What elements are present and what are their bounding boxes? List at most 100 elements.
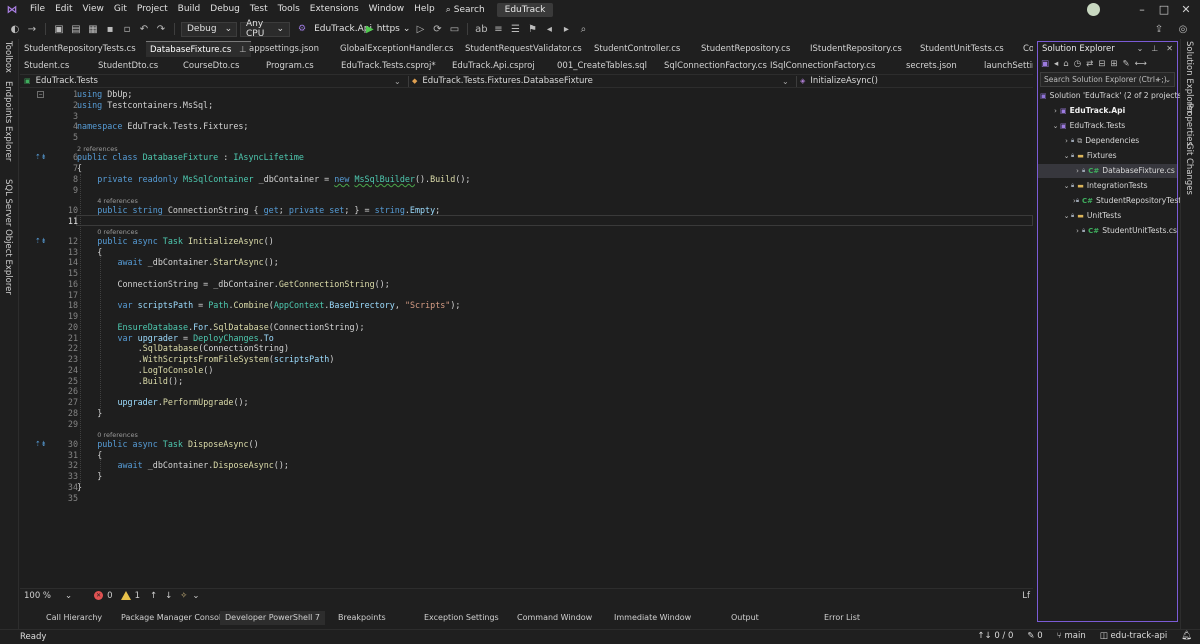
startup-project-dropdown[interactable]: ⚙ EduTrack.Api xyxy=(293,22,372,37)
git-filter-icon[interactable]: ◷ xyxy=(1074,59,1081,69)
code-line[interactable]: ConnectionString = _dbContainer.GetConne… xyxy=(117,279,389,289)
endpoints-explorer-tab[interactable]: Endpoints Explorer xyxy=(3,81,13,161)
document-tab[interactable]: EduTrack.Api.csproj xyxy=(452,58,535,74)
code-line[interactable]: private readonly MsSqlContainer _dbConta… xyxy=(97,174,470,184)
chevron-right-icon[interactable]: › xyxy=(1073,224,1082,238)
tool-tab-command-window[interactable]: Command Window xyxy=(517,611,592,625)
code-line[interactable]: { xyxy=(77,163,82,173)
document-tab[interactable]: secrets.json xyxy=(906,58,957,74)
redo-icon[interactable]: ↷ xyxy=(154,22,168,36)
tree-node-dependencies[interactable]: › 🔒︎ ⧉ Dependencies xyxy=(1038,134,1177,148)
show-all-files-icon[interactable]: ⊞ xyxy=(1110,59,1117,69)
menu-help[interactable]: Help xyxy=(409,0,440,19)
menu-view[interactable]: View xyxy=(78,0,109,19)
maximize-icon[interactable]: □ xyxy=(1158,3,1170,16)
code-cleanup-icon[interactable]: ✧ xyxy=(180,591,187,601)
member-dropdown[interactable]: ◈ InitializeAsync() xyxy=(800,75,1025,88)
save-icon[interactable]: ▪ xyxy=(103,22,117,36)
switch-views-icon[interactable]: ▣ xyxy=(1041,59,1049,69)
code-line[interactable]: { xyxy=(97,247,102,257)
type-dropdown[interactable]: ◆ EduTrack.Tests.Fixtures.DatabaseFixtur… xyxy=(412,75,794,88)
arrow-down-icon[interactable]: ↓ xyxy=(165,591,172,601)
code-line[interactable]: { xyxy=(97,450,102,460)
back-navigate-icon[interactable]: ◐ xyxy=(8,22,22,36)
document-tab[interactable]: StudentUnitTests.cs xyxy=(920,41,1004,57)
implements-interface-icon[interactable]: ⇡⇟ xyxy=(35,153,47,161)
live-share-icon[interactable]: ⇪ xyxy=(1152,22,1166,36)
chevron-down-icon[interactable]: ⌄ xyxy=(1062,149,1071,163)
pending-edits[interactable]: ✎ 0 xyxy=(1027,631,1042,641)
code-line[interactable]: await _dbContainer.StartAsync(); xyxy=(117,257,278,267)
document-tab[interactable]: launchSettings xyxy=(984,58,1033,74)
chevron-down-icon[interactable]: ⌄ xyxy=(1051,119,1060,133)
browser-link-icon[interactable]: ▭ xyxy=(447,22,461,36)
chevron-right-icon[interactable]: › xyxy=(1073,164,1082,178)
notifications-icon[interactable]: 🔔︎ xyxy=(1181,631,1192,641)
chevron-down-icon[interactable]: ⌄ xyxy=(1137,42,1144,56)
find-icon[interactable]: ⌕ xyxy=(576,22,590,36)
document-tab[interactable]: 001_CreateTables.sql xyxy=(557,58,647,74)
bookmark-next-icon[interactable]: ▸ xyxy=(559,22,573,36)
menu-build[interactable]: Build xyxy=(173,0,206,19)
document-tab[interactable]: Student.cs xyxy=(24,58,69,74)
document-tab[interactable]: StudentRepository.cs xyxy=(701,41,790,57)
tree-node-fixtures[interactable]: ⌄ 🔒︎ ▬ Fixtures xyxy=(1038,149,1177,163)
chevron-down-icon[interactable]: ⌄ xyxy=(1062,179,1071,193)
zoom-dropdown[interactable]: 100 % ⌄ xyxy=(24,591,72,601)
undo-icon[interactable]: ↶ xyxy=(137,22,151,36)
menu-extensions[interactable]: Extensions xyxy=(305,0,364,19)
document-tab[interactable]: Program.cs xyxy=(266,58,314,74)
code-line[interactable]: public async Task InitializeAsync() xyxy=(97,236,274,246)
open-file-icon[interactable]: ▦ xyxy=(86,22,100,36)
code-line[interactable]: public class DatabaseFixture : IAsyncLif… xyxy=(77,152,304,162)
properties-tab[interactable]: Properties xyxy=(1184,103,1194,146)
tree-node-edutrack-tests[interactable]: ⌄ ▣ EduTrack.Tests xyxy=(1038,119,1177,133)
pin-icon[interactable]: ⊥ xyxy=(239,45,246,55)
home-icon[interactable]: ⌂ xyxy=(1063,59,1068,69)
code-line[interactable]: await _dbContainer.DisposeAsync(); xyxy=(117,460,288,470)
document-tab[interactable]: CourseDto.cs xyxy=(183,58,239,74)
document-tab[interactable]: EduTrack.Tests.csproj* xyxy=(341,58,436,74)
code-line[interactable]: .WithScriptsFromFileSystem(scriptsPath) xyxy=(138,354,335,364)
code-line[interactable]: public string ConnectionString { get; pr… xyxy=(97,205,440,215)
collapse-all-icon[interactable]: ⊟ xyxy=(1098,59,1105,69)
document-tab[interactable]: GlobalExceptionHandler.cs xyxy=(340,41,453,57)
tree-node-edutrack-api[interactable]: › ▣ EduTrack.Api xyxy=(1038,104,1177,118)
document-tab-active[interactable]: DatabaseFixture.cs ⊥ xyxy=(146,41,251,57)
line-ending-value[interactable]: Lf xyxy=(1022,591,1030,601)
solution-explorer-search[interactable]: Search Solution Explorer (Ctrl+;) ⌕ ⌄ xyxy=(1040,72,1175,87)
avatar[interactable] xyxy=(1087,3,1100,16)
menu-project[interactable]: Project xyxy=(132,0,173,19)
tool-tab-immediate-window[interactable]: Immediate Window xyxy=(614,611,691,625)
document-tab[interactable]: StudentRequestValidator.cs xyxy=(465,41,582,57)
tool-tab-exception-settings[interactable]: Exception Settings xyxy=(424,611,499,625)
bookmark-icon[interactable]: ⚑ xyxy=(525,22,539,36)
changes-indicator[interactable]: ↑↓ 0 / 0 xyxy=(977,631,1013,641)
sync-icon[interactable]: ⇄ xyxy=(1086,59,1093,69)
implements-interface-icon[interactable]: ⇡⇟ xyxy=(35,440,47,448)
close-icon[interactable]: ✕ xyxy=(1180,3,1192,16)
code-line[interactable]: using Testcontainers.MsSql; xyxy=(77,100,213,110)
save-all-icon[interactable]: ▫ xyxy=(120,22,134,36)
menu-git[interactable]: Git xyxy=(109,0,132,19)
tool-tab-error-list[interactable]: Error List xyxy=(824,611,860,625)
code-line[interactable]: EnsureDatabase.For.SqlDatabase(Connectio… xyxy=(117,322,364,332)
document-tab[interactable]: StudentController.cs xyxy=(594,41,680,57)
menu-tools[interactable]: Tools xyxy=(273,0,305,19)
document-tab[interactable]: IStudentRepository.cs xyxy=(810,41,902,57)
document-tab[interactable]: appsettings.json xyxy=(249,41,319,57)
menu-edit[interactable]: Edit xyxy=(50,0,77,19)
code-editor[interactable]: 1 using DbUp; 2 using Testcontainers.MsSql;… xyxy=(20,88,1033,588)
platform-dropdown[interactable]: Any CPU ⌄ xyxy=(240,19,290,39)
tool-tab-package-manager-console[interactable]: Package Manager Console xyxy=(121,611,226,625)
forward-navigate-icon[interactable]: → xyxy=(25,22,39,36)
tool-tab-call-hierarchy[interactable]: Call Hierarchy xyxy=(46,611,102,625)
pin-icon[interactable]: ⊥ xyxy=(1151,42,1158,56)
error-count[interactable]: ✕ 0 xyxy=(94,591,113,601)
toolbox-tab[interactable]: Toolbox xyxy=(3,41,13,73)
minimize-icon[interactable]: – xyxy=(1136,3,1148,16)
implements-interface-icon[interactable]: ⇡⇟ xyxy=(35,237,47,245)
arrow-up-icon[interactable]: ↑ xyxy=(150,591,157,601)
tree-node-integrationtests[interactable]: ⌄ 🔒︎ ▬ IntegrationTests xyxy=(1038,179,1177,193)
start-without-debugging-icon[interactable]: ▷ xyxy=(413,22,427,36)
